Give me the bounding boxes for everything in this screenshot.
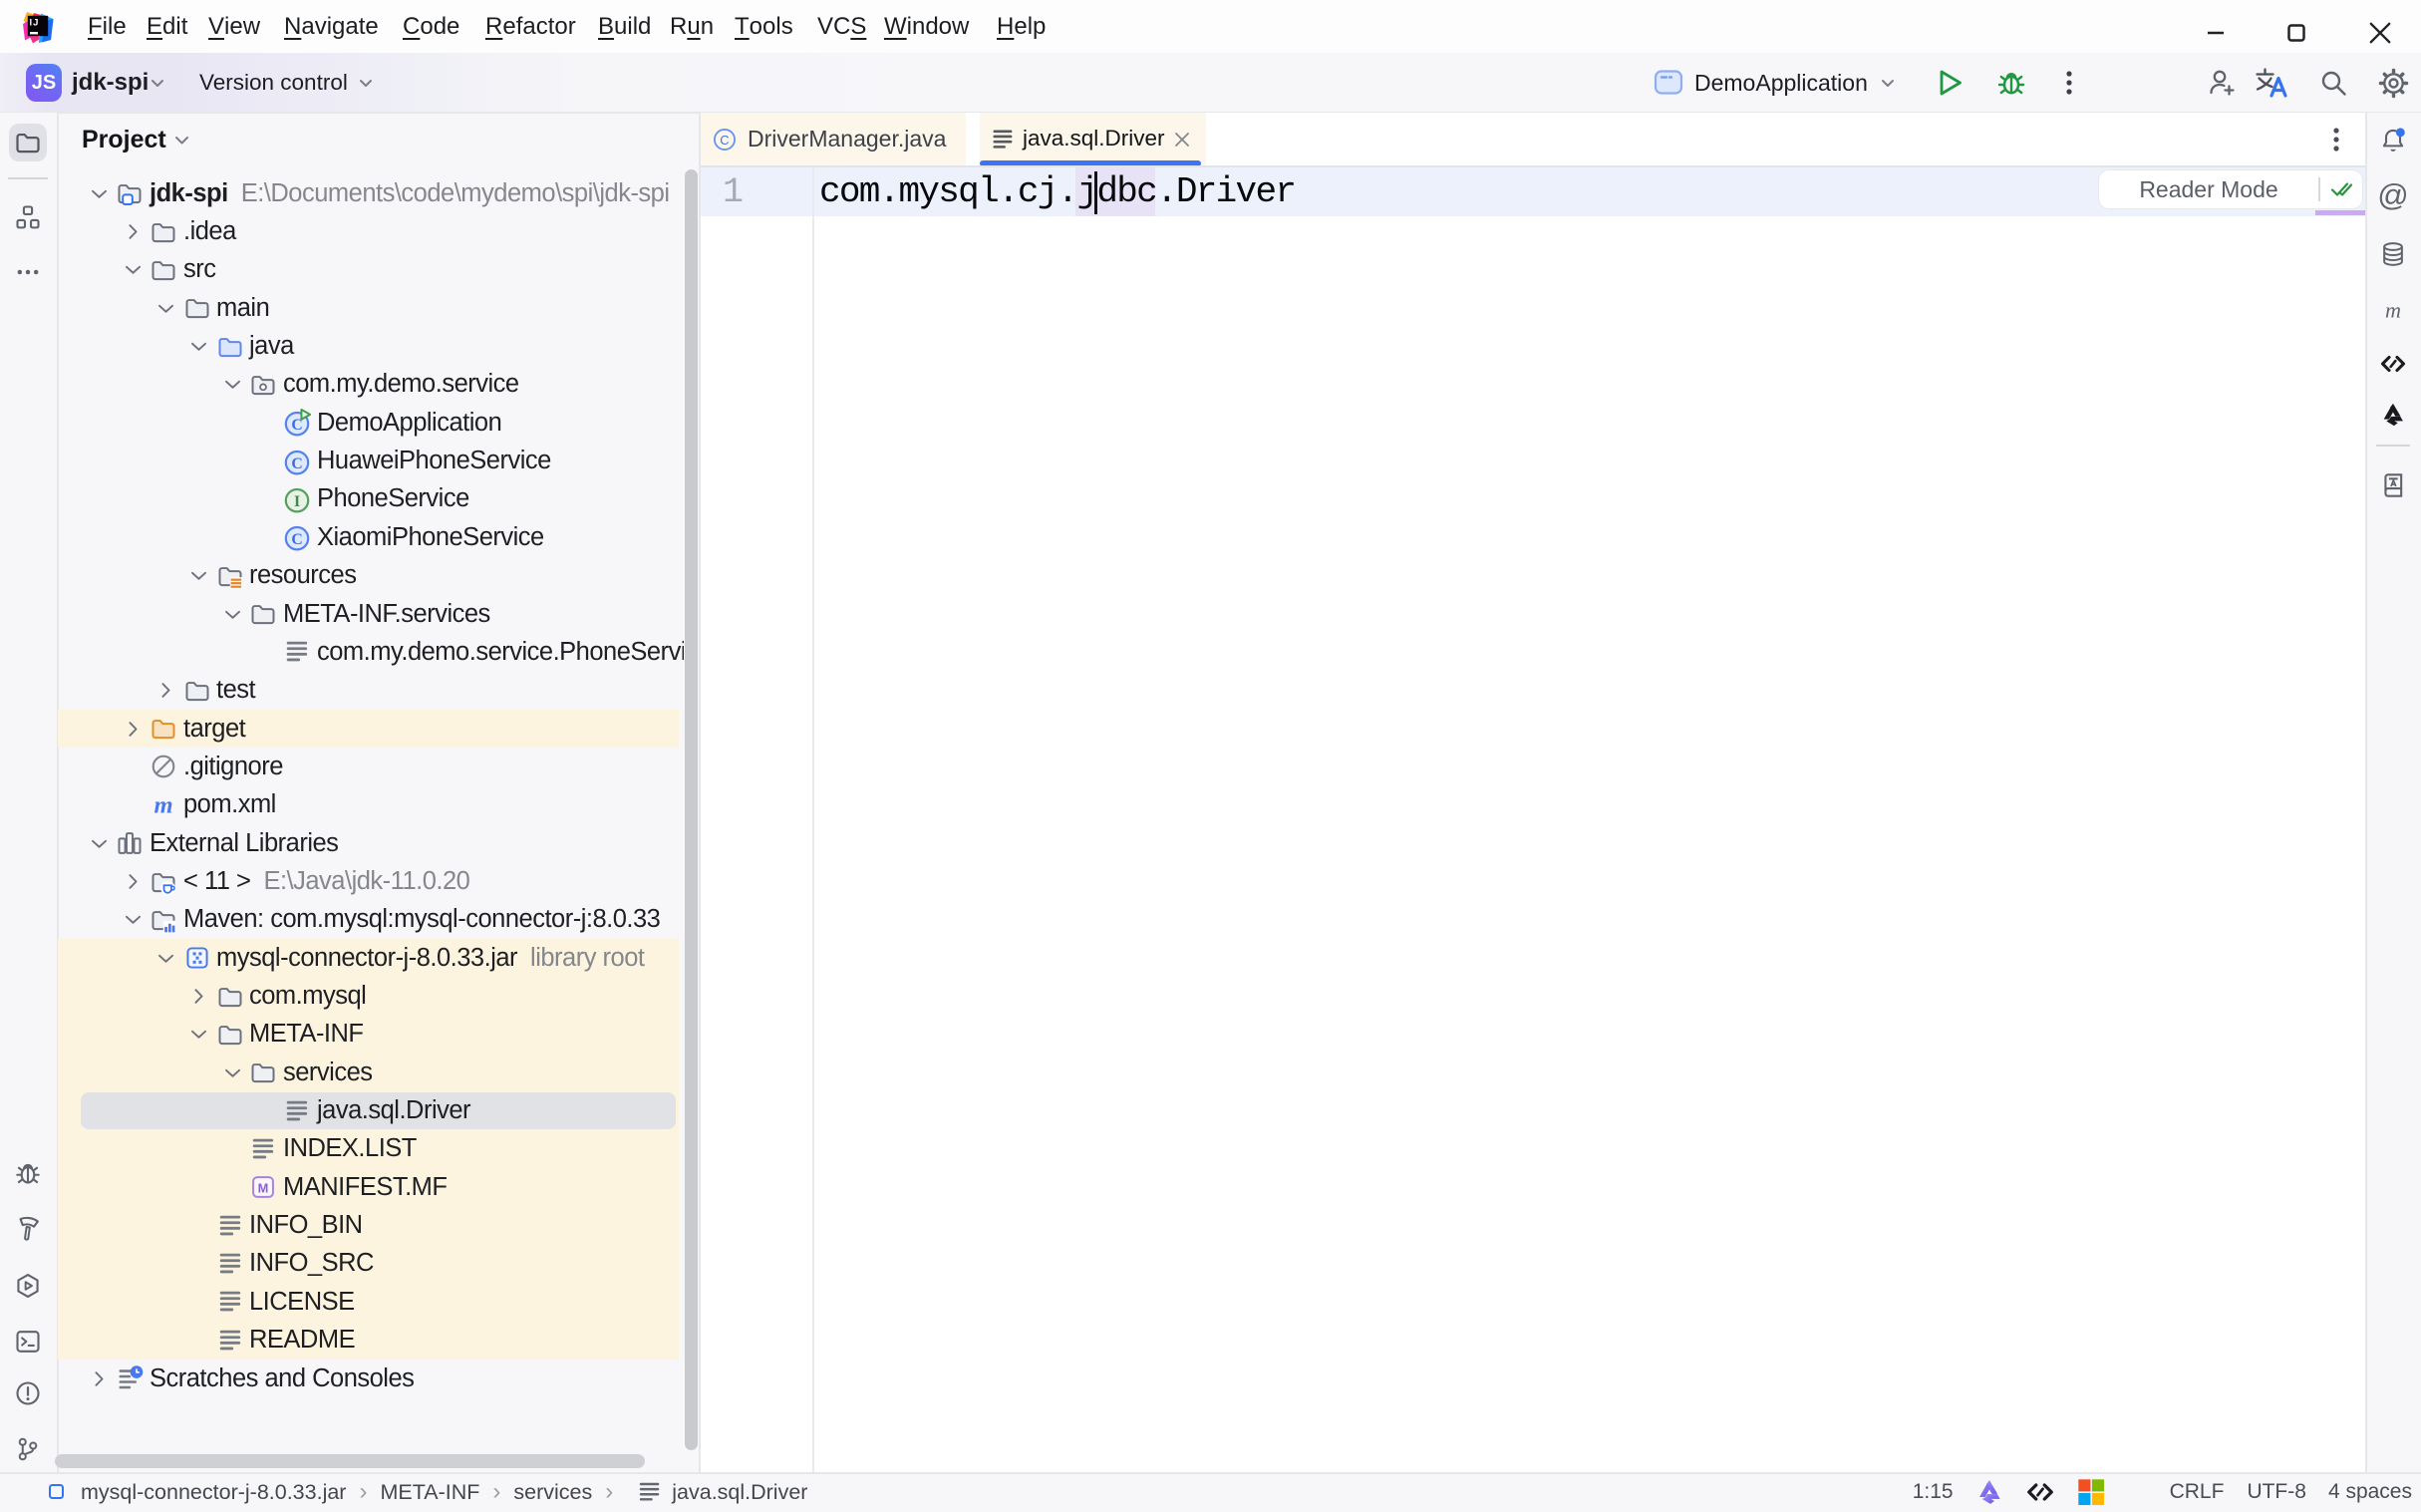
svg-text:C: C xyxy=(291,531,302,548)
svg-text:m: m xyxy=(2385,297,2401,322)
svg-text:IJ: IJ xyxy=(30,18,40,29)
svg-text:m: m xyxy=(153,791,172,818)
svg-text:C: C xyxy=(720,133,729,148)
svg-text:C: C xyxy=(291,454,302,471)
svg-text:I: I xyxy=(294,493,300,510)
svg-text:M: M xyxy=(258,1181,269,1196)
